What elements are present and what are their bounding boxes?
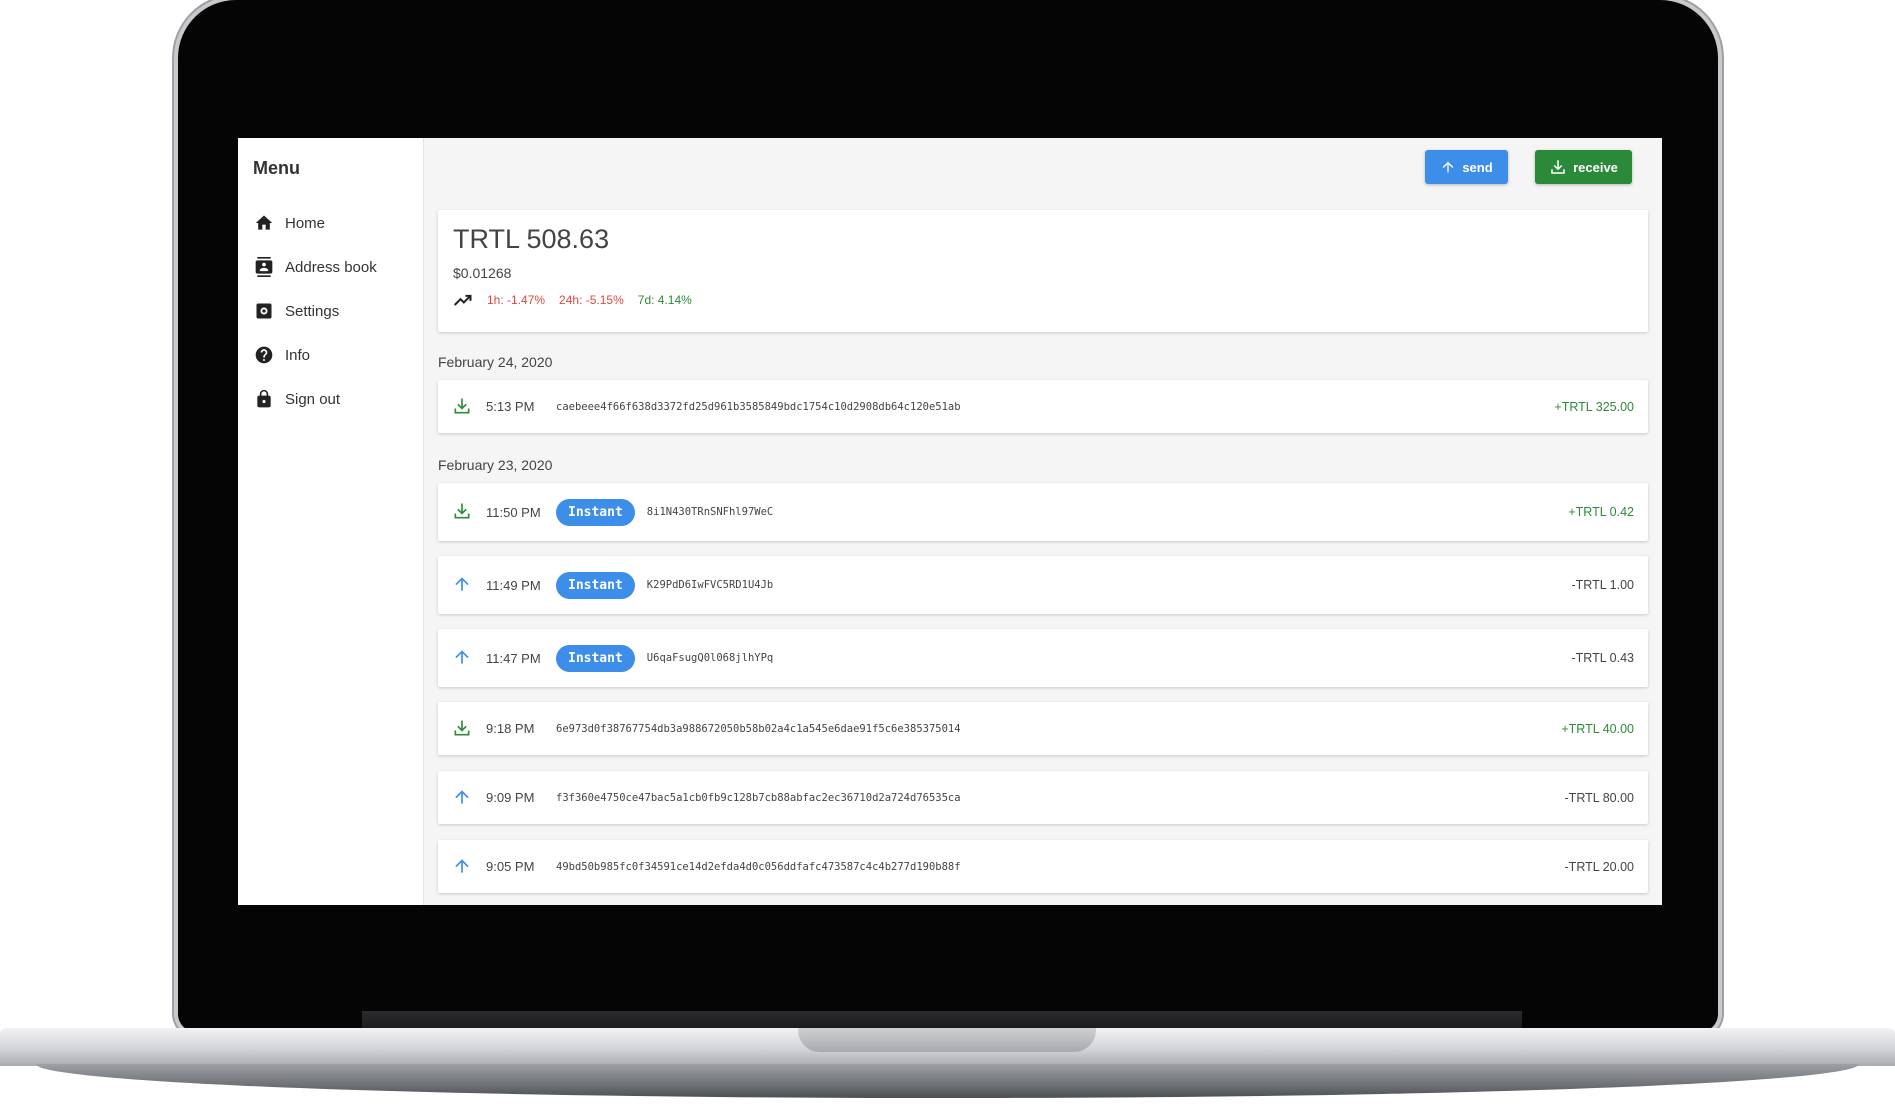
transaction-row[interactable]: 11:49 PM Instant K29PdD6IwFVC5RD1U4Jb -T…: [438, 556, 1648, 614]
transaction-time: 11:50 PM: [486, 504, 541, 520]
balance-card: TRTL 508.63 $0.01268 1h: -1.47% 24h: -5.…: [438, 210, 1648, 332]
laptop-base-edge: [36, 1064, 1859, 1098]
lock-icon: [254, 389, 274, 409]
transaction-hash: 8i1N430TRnSNFhl97WeC: [646, 506, 774, 518]
sidebar-item-label: Sign out: [285, 390, 341, 408]
transaction-amount: +TRTL 40.00: [1561, 721, 1634, 736]
transaction-row[interactable]: 11:50 PM Instant 8i1N430TRnSNFhl97WeC +T…: [438, 483, 1648, 541]
transaction-hash: 6e973d0f38767754db3a988672050b58b02a4c1a…: [556, 722, 961, 735]
transaction-row[interactable]: 5:13 PM caebeee4f66f638d3372fd25d961b358…: [438, 380, 1648, 433]
usd-price: $0.01268: [453, 265, 512, 281]
gear-icon: [254, 301, 274, 321]
transaction-amount: -TRTL 0.43: [1571, 651, 1634, 665]
sidebar-item-info[interactable]: Info: [238, 333, 423, 377]
sidebar-item-label: Address book: [285, 258, 377, 276]
transaction-hash: 49bd50b985fc0f34591ce14d2efda4d0c056ddfa…: [556, 860, 961, 873]
date-header: February 23, 2020: [438, 457, 553, 473]
instant-badge: Instant: [556, 644, 635, 672]
transaction-time: 11:47 PM: [486, 650, 541, 666]
home-icon: [254, 213, 274, 233]
transaction-hash: K29PdD6IwFVC5RD1U4Jb: [646, 579, 774, 591]
trending-icon: [453, 294, 472, 306]
content-area: TRTL 508.63 $0.01268 1h: -1.47% 24h: -5.…: [424, 210, 1662, 893]
sent-arrow-icon: [452, 856, 474, 878]
transaction-amount: +TRTL 325.00: [1554, 399, 1634, 414]
send-button-label: send: [1462, 159, 1493, 175]
help-icon: [254, 345, 274, 365]
menu-title: Menu: [253, 158, 300, 178]
transaction-time: 9:18 PM: [486, 721, 535, 736]
transaction-hash: f3f360e4750ce47bac5a1cb0fb9c128b7cb88abf…: [556, 791, 961, 804]
send-button[interactable]: send: [1425, 150, 1508, 184]
transaction-amount: -TRTL 80.00: [1564, 790, 1634, 805]
sent-arrow-icon: [452, 574, 474, 596]
transaction-time: 11:49 PM: [486, 577, 541, 593]
transaction-time: 9:09 PM: [486, 790, 535, 805]
change-7d: 7d: 4.14%: [637, 293, 692, 307]
instant-badge: Instant: [556, 498, 635, 526]
receive-button-label: receive: [1573, 159, 1618, 175]
sidebar-item-home[interactable]: Home: [238, 201, 423, 245]
sidebar-item-address-book[interactable]: Address book: [238, 245, 423, 289]
sidebar: Menu Home Address book Settings Info Sig…: [238, 138, 424, 905]
sidebar-item-label: Info: [285, 346, 311, 364]
sidebar-item-label: Settings: [285, 302, 340, 320]
transaction-amount: -TRTL 1.00: [1571, 578, 1634, 592]
transaction-row[interactable]: 9:05 PM 49bd50b985fc0f34591ce14d2efda4d0…: [438, 840, 1648, 893]
change-1h: 1h: -1.47%: [487, 293, 546, 307]
sidebar-item-settings[interactable]: Settings: [238, 289, 423, 333]
sent-arrow-icon: [452, 787, 474, 809]
sent-arrow-icon: [452, 647, 474, 669]
instant-badge: Instant: [556, 571, 635, 599]
transaction-row[interactable]: 11:47 PM Instant U6qaFsugQ0l068jlhYPq -T…: [438, 629, 1648, 687]
sidebar-item-label: Home: [285, 214, 326, 232]
received-icon: [452, 718, 474, 740]
received-icon: [452, 501, 474, 523]
transaction-row[interactable]: 9:09 PM f3f360e4750ce47bac5a1cb0fb9c128b…: [438, 771, 1648, 824]
transaction-amount: -TRTL 20.00: [1564, 859, 1634, 874]
laptop-notch: [798, 1028, 1096, 1052]
transaction-row[interactable]: 9:18 PM 6e973d0f38767754db3a988672050b58…: [438, 702, 1648, 755]
transaction-hash: caebeee4f66f638d3372fd25d961b3585849bdc1…: [556, 400, 961, 413]
transaction-time: 5:13 PM: [486, 399, 535, 414]
date-header: February 24, 2020: [438, 354, 553, 370]
receive-button[interactable]: receive: [1535, 150, 1632, 184]
change-24h: 24h: -5.15%: [559, 293, 624, 307]
contacts-icon: [254, 257, 274, 277]
transaction-time: 9:05 PM: [486, 859, 535, 874]
transaction-amount: +TRTL 0.42: [1568, 505, 1634, 519]
wallet-balance: TRTL 508.63: [453, 224, 610, 254]
transaction-hash: U6qaFsugQ0l068jlhYPq: [646, 652, 774, 664]
received-icon: [452, 396, 474, 418]
top-bar: send receive: [424, 138, 1662, 196]
sidebar-item-sign-out[interactable]: Sign out: [238, 377, 423, 421]
price-changes: 1h: -1.47% 24h: -5.15% 7d: 4.14%: [453, 293, 1633, 307]
arrow-up-icon: [1442, 161, 1454, 173]
download-icon: [1551, 160, 1565, 174]
app-screen: Menu Home Address book Settings Info Sig…: [238, 138, 1662, 905]
main-panel: send receive TRTL 508.63 $0.01268 1h: -1…: [424, 138, 1662, 905]
